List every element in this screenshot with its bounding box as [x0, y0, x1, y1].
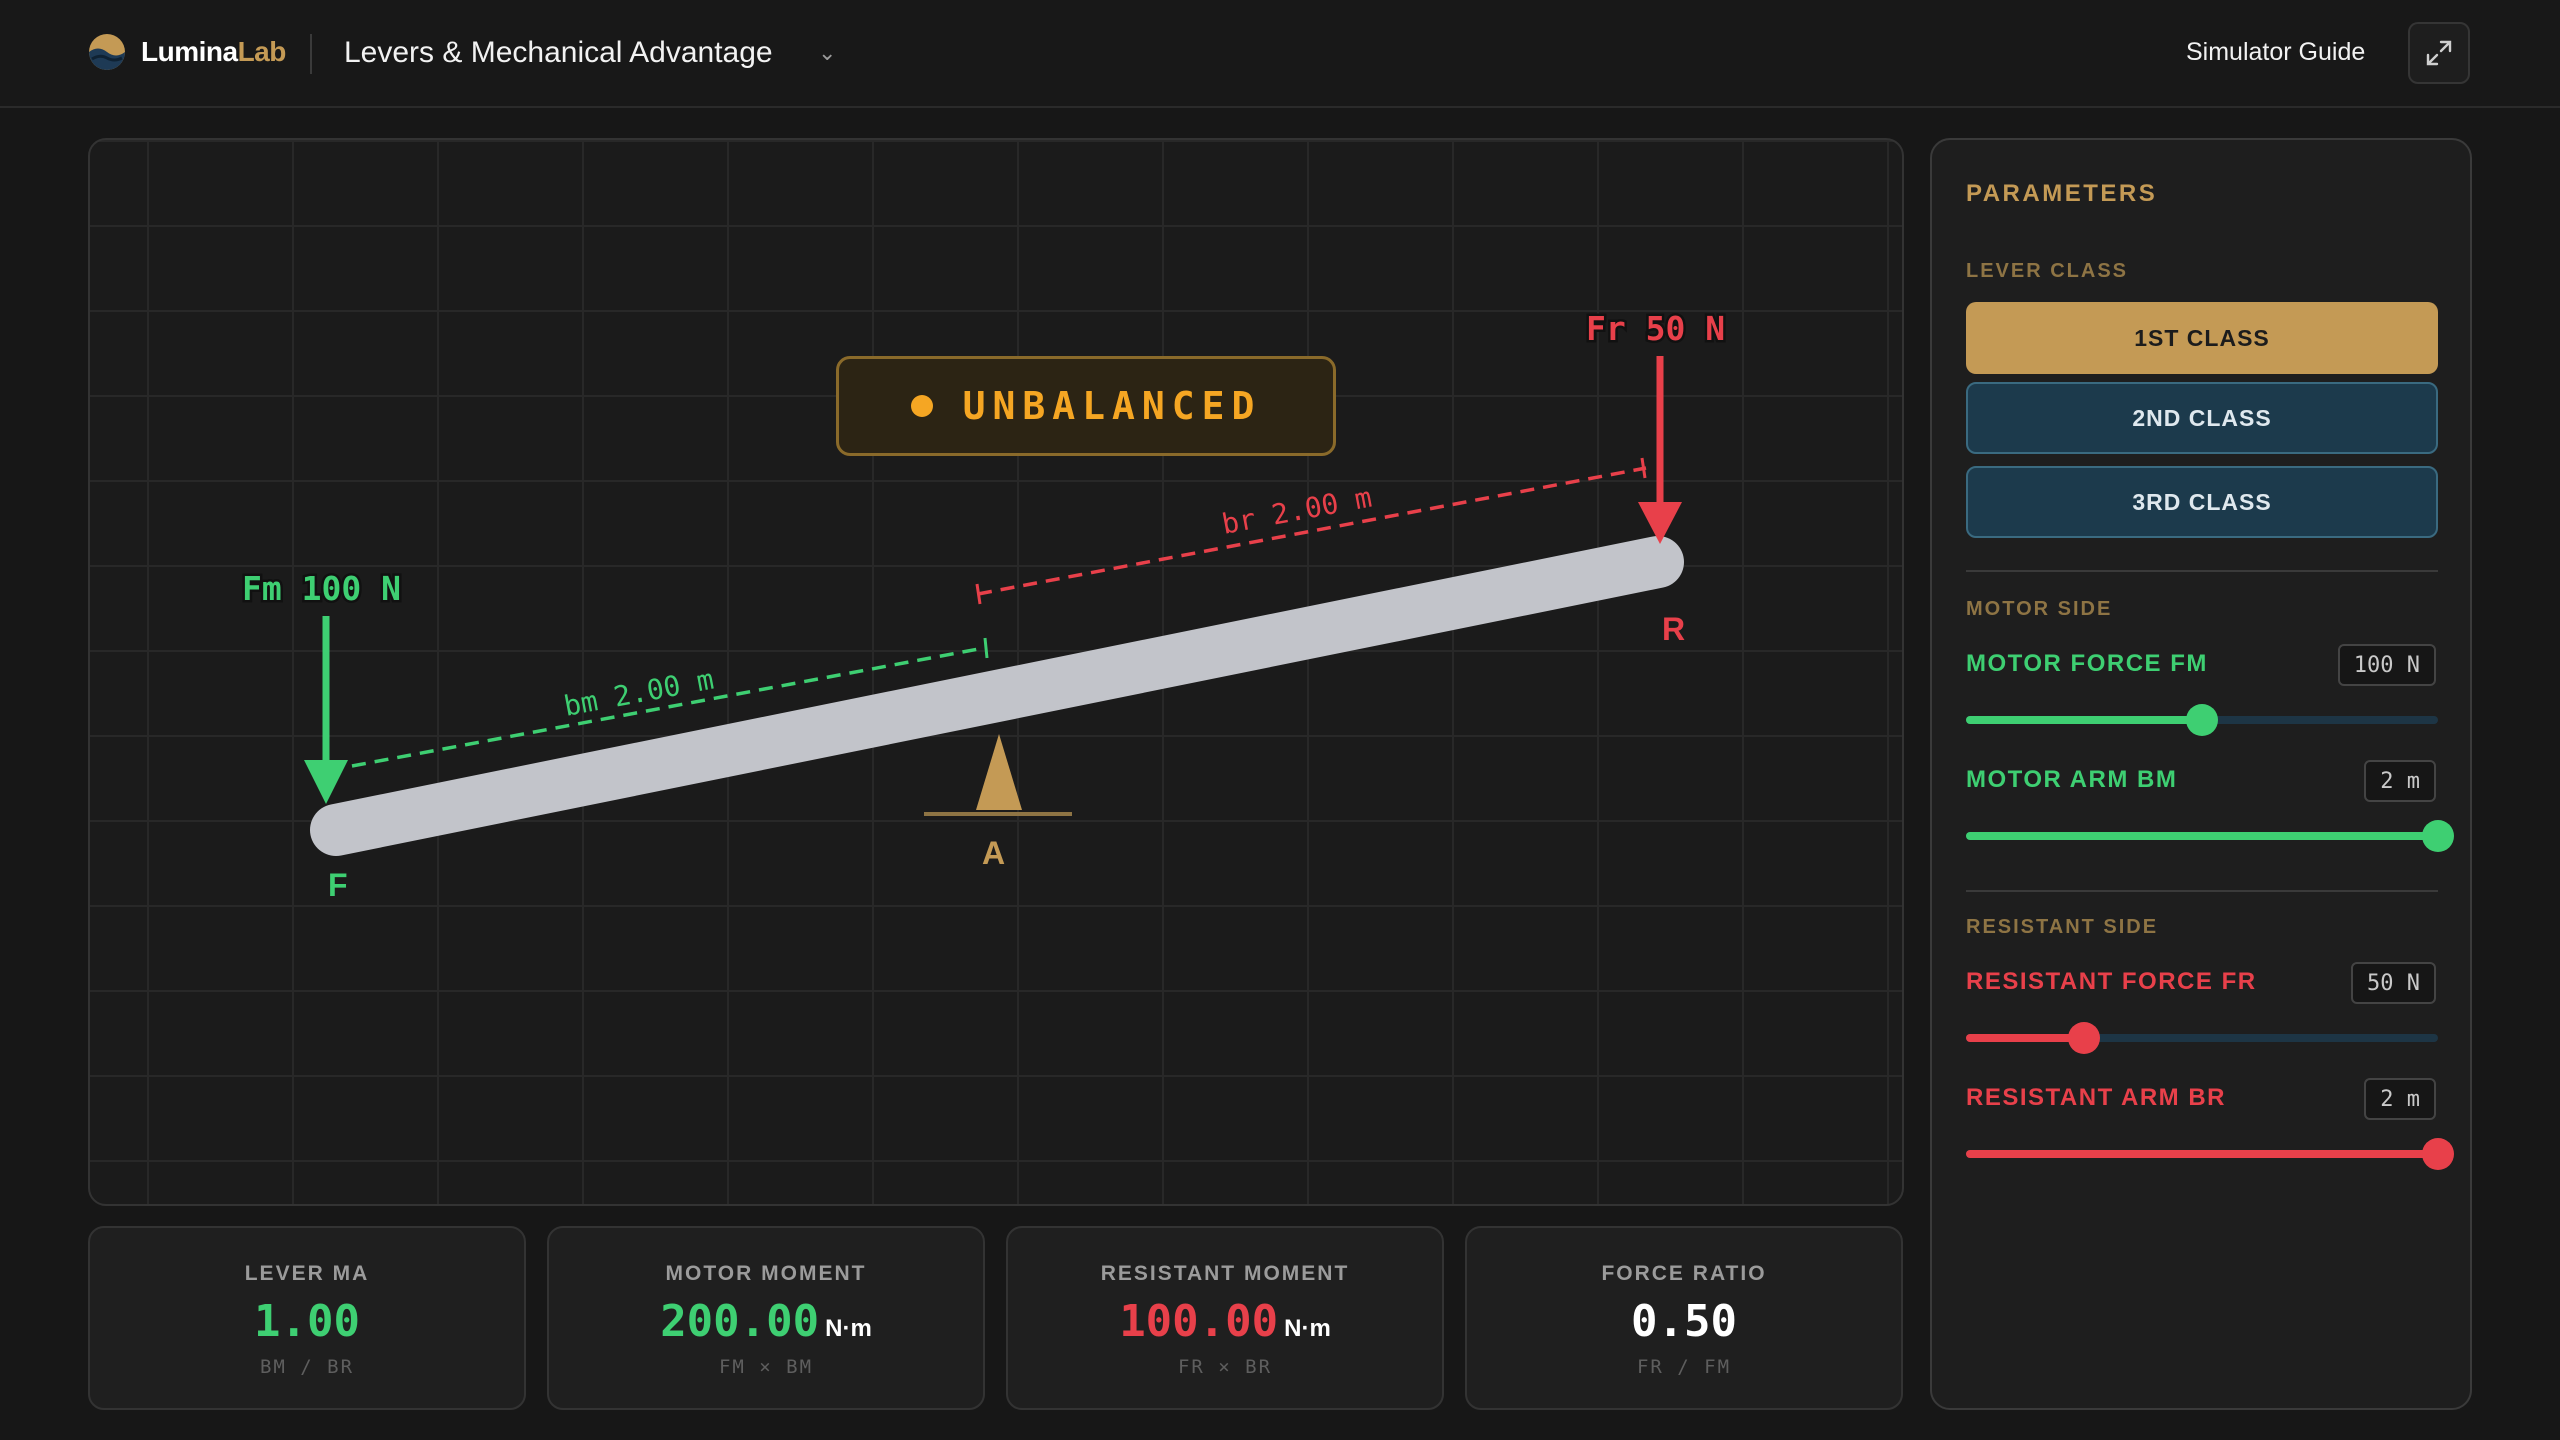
class-button-1st[interactable]: 1ST CLASS [1966, 302, 2438, 374]
class-button-3rd[interactable]: 3RD CLASS [1966, 466, 2438, 538]
lever-class-label: LEVER CLASS [1966, 260, 2129, 282]
resistant-force-arrow[interactable] [1638, 356, 1682, 544]
slider-thumb[interactable] [2422, 1138, 2454, 1170]
resistant-force-label: Fr 50 N [1586, 309, 1725, 348]
balance-status-text: UNBALANCED [962, 384, 1262, 428]
motor-force-arrow[interactable] [304, 616, 348, 804]
resistant-force-slider[interactable] [1966, 1020, 2438, 1056]
fullscreen-button[interactable] [2408, 22, 2470, 84]
stat-value: 1.00 [254, 1296, 360, 1347]
resistant-arm-value[interactable]: 2 m [2364, 1078, 2436, 1120]
chevron-down-icon[interactable]: ⌄ [818, 40, 836, 66]
slider-fill [1966, 1150, 2438, 1158]
resistant-arm-slider[interactable] [1966, 1136, 2454, 1172]
fulcrum-triangle [976, 734, 1022, 810]
status-dot-icon [910, 395, 933, 417]
stat-card-motor-moment: MOTOR MOMENT 200.00 N·m FM × BM [547, 1226, 985, 1410]
stat-formula: BM / BR [259, 1356, 355, 1378]
stat-label: MOTOR MOMENT [665, 1262, 867, 1285]
point-r-label: R [1662, 611, 1685, 647]
stat-label: LEVER MA [244, 1262, 370, 1285]
header-divider [310, 34, 312, 74]
stat-label: RESISTANT MOMENT [1100, 1262, 1350, 1285]
stat-value: 200.00 N·m [660, 1296, 872, 1347]
simulator-guide-link[interactable]: Simulator Guide [2186, 38, 2365, 67]
resistant-arm-tick-left [975, 583, 982, 605]
slider-fill [1966, 832, 2438, 840]
stat-formula: FM × BM [718, 1356, 814, 1378]
motor-side-label: MOTOR SIDE [1966, 598, 2113, 620]
resistant-arm-label: br 2.00 m [1219, 481, 1374, 541]
brand-name-primary: Lumina [141, 36, 238, 67]
resistant-side-label: RESISTANT SIDE [1966, 916, 2159, 938]
resistant-force-label: RESISTANT FORCE FR [1966, 968, 2257, 995]
stat-card-resistant-moment: RESISTANT MOMENT 100.00 N·m FR × BR [1006, 1226, 1444, 1410]
stat-unit: N·m [825, 1315, 872, 1342]
app-header: LuminaLab Levers & Mechanical Advantage … [0, 0, 2560, 108]
slider-fill [1966, 1034, 2084, 1042]
point-f-label: F [328, 867, 348, 903]
stat-value: 0.50 [1631, 1296, 1737, 1347]
motor-force-slider[interactable] [1966, 702, 2438, 738]
resistant-arm-label: RESISTANT ARM BR [1966, 1084, 2226, 1111]
stat-label: FORCE RATIO [1601, 1262, 1767, 1285]
lumina-logo-icon [89, 34, 125, 70]
stat-formula: FR / FM [1636, 1356, 1732, 1378]
brand-name[interactable]: LuminaLab [141, 36, 286, 68]
balance-status-badge: UNBALANCED [836, 356, 1336, 456]
stat-value: 100.00 N·m [1119, 1296, 1331, 1347]
brand-name-accent: Lab [237, 36, 287, 67]
slider-thumb[interactable] [2186, 704, 2218, 736]
lever-simulation-canvas[interactable]: Fm 100 N Fr 50 N bm 2.00 m br 2.00 m F R… [88, 138, 1904, 1206]
expand-icon [2426, 40, 2452, 66]
class-button-2nd[interactable]: 2ND CLASS [1966, 382, 2438, 454]
stat-formula: FR × BR [1177, 1356, 1273, 1378]
motor-force-label: Fm 100 N [242, 569, 401, 608]
resistant-arm-tick-right [1640, 457, 1647, 479]
stat-card-lever-ma: LEVER MA 1.00 BM / BR [88, 1226, 526, 1410]
motor-force-label: MOTOR FORCE FM [1966, 650, 2208, 677]
panel-title: PARAMETERS [1966, 180, 2158, 207]
motor-force-value[interactable]: 100 N [2337, 644, 2436, 686]
motor-arm-label: MOTOR ARM BM [1966, 766, 2178, 793]
point-a-label: A [982, 835, 1005, 871]
motor-arm-slider[interactable] [1966, 818, 2454, 854]
motor-arm-label: bm 2.00 m [561, 663, 716, 723]
stat-card-force-ratio: FORCE RATIO 0.50 FR / FM [1465, 1226, 1903, 1410]
parameters-panel: PARAMETERS LEVER CLASS 1ST CLASS 2ND CLA… [1930, 138, 2472, 1410]
motor-arm-value[interactable]: 2 m [2364, 760, 2436, 802]
stat-unit: N·m [1284, 1315, 1331, 1342]
section-divider [1966, 890, 2438, 892]
motor-arm-tick [983, 637, 989, 659]
section-divider [1966, 570, 2438, 572]
slider-thumb[interactable] [2422, 820, 2454, 852]
lever-diagram: Fm 100 N Fr 50 N bm 2.00 m br 2.00 m F R… [240, 307, 1728, 904]
slider-thumb[interactable] [2068, 1022, 2100, 1054]
slider-fill [1966, 716, 2202, 724]
simulator-selector[interactable]: Levers & Mechanical Advantage [344, 36, 773, 70]
resistant-force-value[interactable]: 50 N [2351, 962, 2436, 1004]
